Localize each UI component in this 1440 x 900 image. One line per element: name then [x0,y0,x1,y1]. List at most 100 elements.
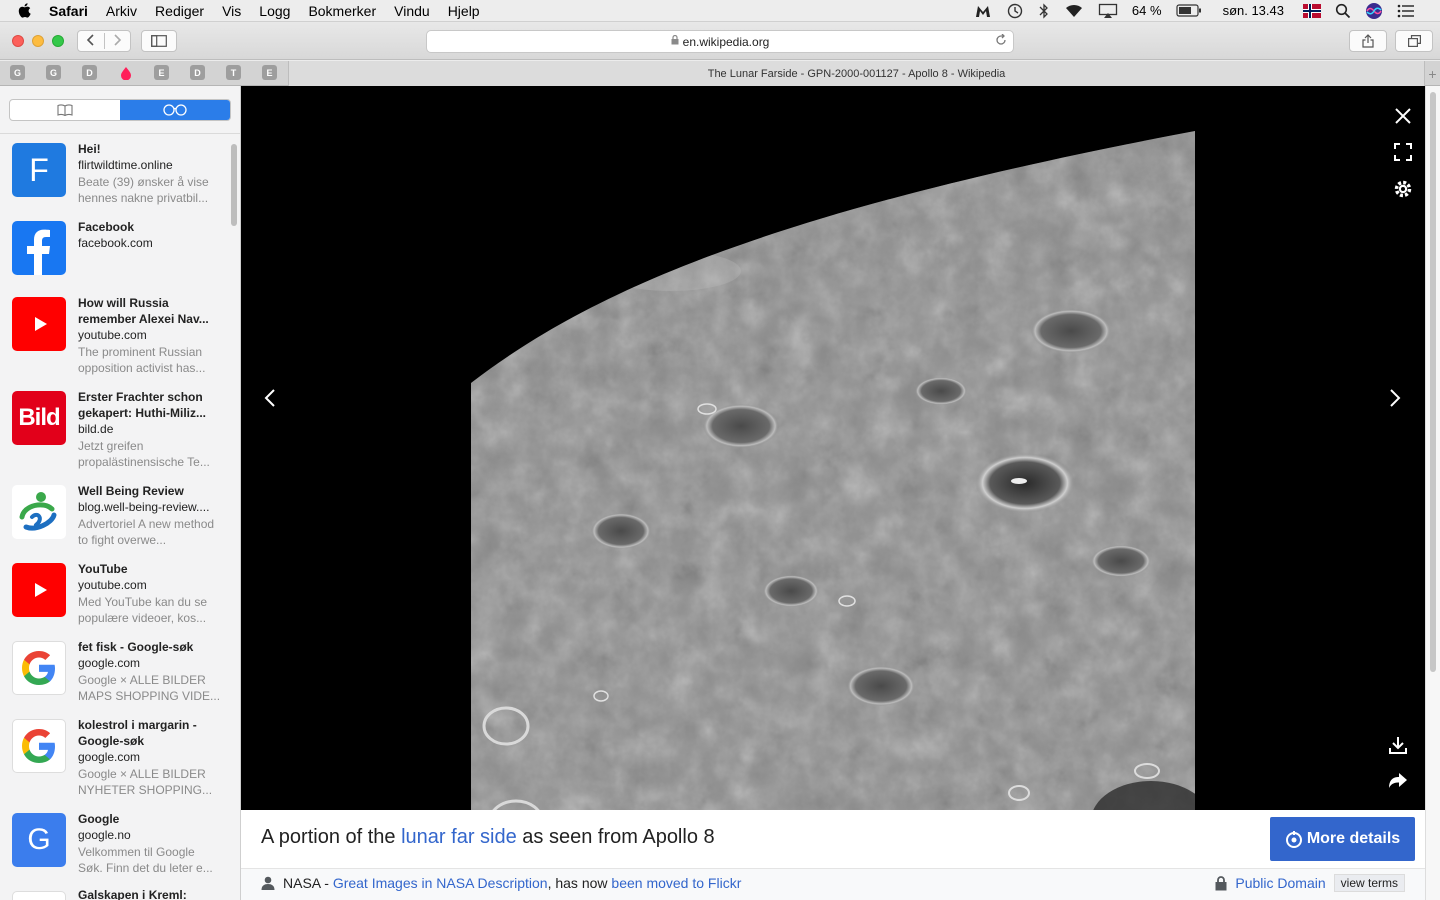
active-tab[interactable]: The Lunar Farside - GPN-2000-001127 - Ap… [288,61,1424,86]
reading-list-item[interactable]: How will Russia remember Alexei Nav... y… [0,290,240,384]
reading-list-item[interactable]: Facebook facebook.com [0,218,240,290]
settings-gear-icon[interactable] [1391,177,1415,201]
reading-list-tab[interactable] [120,100,230,120]
license-info: Public Domain view terms [1215,874,1405,892]
pinned-tab-2[interactable]: G [46,65,61,80]
menu-rediger[interactable]: Rediger [146,3,213,19]
pinned-tab-5[interactable]: E [154,65,169,80]
sidebar-toggle-button[interactable] [141,30,177,52]
reading-list-item[interactable]: F Hei! flirtwildtime.online Beate (39) ø… [0,140,240,218]
reading-list-item[interactable]: Bild Erster Frachter schon gekapert: Hut… [0,384,240,478]
item-title: How will Russia remember Alexei Nav... [78,296,209,326]
item-description: Med YouTube kan du se populære videoer, … [78,595,207,625]
wellbeing-logo-icon [12,485,66,539]
pinned-tab-7[interactable]: T [226,65,241,80]
notification-center-icon[interactable] [1390,4,1422,18]
lunar-far-side-link[interactable]: lunar far side [401,826,517,848]
reading-list-sidebar: F Hei! flirtwildtime.online Beate (39) ø… [0,86,241,900]
apple-icon[interactable] [18,3,40,18]
reload-icon[interactable] [995,33,1007,49]
item-description: The prominent Russian opposition activis… [78,345,206,375]
battery-icon[interactable] [1169,4,1209,17]
image-credit-bar: NASA - Great Images in NASA Description,… [241,868,1425,900]
author-credit: NASA - Great Images in NASA Description,… [261,875,741,891]
item-title: Google [78,812,120,826]
thumbnail-f: F [12,143,66,197]
reading-list-item[interactable]: kolestrol i margarin - Google-søk google… [0,712,240,806]
media-viewer [241,86,1425,810]
caption-prefix: A portion of the [261,826,402,848]
item-title: Well Being Review [78,484,184,498]
clock[interactable]: søn. 13.43 [1209,3,1296,18]
menu-vis[interactable]: Vis [213,3,250,19]
time-machine-icon[interactable] [999,3,1031,19]
airplay-icon[interactable] [1091,3,1125,19]
menu-arkiv[interactable]: Arkiv [97,3,146,19]
pinned-tab-3[interactable]: D [82,65,97,80]
reading-list-item[interactable]: G Google google.no Velkommen til Google … [0,806,240,884]
pinned-tab-1[interactable]: G [10,65,25,80]
minimize-window-button[interactable] [32,35,44,47]
reading-list-item[interactable]: Galskapen i Kreml: [0,884,240,900]
next-image-icon[interactable] [1383,386,1407,410]
spotlight-search-icon[interactable] [1328,3,1358,19]
glasses-icon [163,104,187,116]
sidebar-divider [0,133,240,134]
menu-vindu[interactable]: Vindu [385,3,439,19]
fullscreen-icon[interactable] [1391,140,1415,164]
new-tab-button[interactable]: + [1424,61,1440,86]
malwarebytes-icon[interactable] [967,4,999,18]
forward-button[interactable] [105,33,131,49]
item-description: Velkommen til Google Søk. Finn det du le… [78,845,213,875]
pinned-tab-6[interactable]: D [190,65,205,80]
menu-bokmerker[interactable]: Bokmerker [299,3,385,19]
close-window-button[interactable] [12,35,24,47]
close-icon[interactable] [1391,104,1415,128]
sidebar-scrollbar[interactable] [231,144,237,226]
bluetooth-icon[interactable] [1031,2,1057,19]
image-caption-bar: A portion of the lunar far side as seen … [241,810,1425,868]
previous-image-icon[interactable] [258,386,282,410]
item-title: Hei! [78,142,101,156]
item-domain: facebook.com [78,236,153,250]
reading-list-item[interactable]: Well Being Review blog.well-being-review… [0,478,240,556]
menu-logg[interactable]: Logg [250,3,299,19]
great-images-link[interactable]: Great Images in NASA Description [333,875,548,891]
back-button[interactable] [78,33,105,49]
view-terms-button[interactable]: view terms [1333,874,1405,892]
item-description: Google × ALLE BILDER MAPS SHOPPING VIDE.… [78,673,221,703]
siri-icon[interactable] [1358,2,1390,20]
zoom-window-button[interactable] [52,35,64,47]
item-domain: google.no [78,828,131,842]
download-icon[interactable] [1386,733,1410,757]
reading-list: F Hei! flirtwildtime.online Beate (39) ø… [0,140,240,900]
menu-safari[interactable]: Safari [40,3,97,19]
pinned-tab-4[interactable] [118,65,133,80]
page-scrollbar[interactable] [1430,92,1436,672]
reading-list-item[interactable]: YouTube youtube.com Med YouTube kan du s… [0,556,240,634]
show-tabs-button[interactable] [1395,30,1433,52]
bookmarks-tab[interactable] [10,100,120,120]
facebook-icon [12,221,66,275]
google-icon [12,719,66,773]
item-description: Advertoriel A new method to fight overwe… [78,517,215,547]
menu-hjelp[interactable]: Hjelp [439,3,489,19]
share-button[interactable] [1349,30,1387,52]
share-arrow-icon[interactable] [1386,769,1410,793]
item-domain: youtube.com [78,328,147,342]
item-domain: google.com [78,750,141,764]
pinned-tab-8[interactable]: E [262,65,277,80]
item-title: YouTube [78,562,128,576]
google-g-tile: G [12,813,66,867]
address-bar[interactable]: en.wikipedia.org [426,30,1014,53]
more-details-button[interactable]: More details [1270,817,1415,861]
reading-list-item[interactable]: fet fisk - Google-søk google.com Google … [0,634,240,712]
wifi-icon[interactable] [1057,3,1091,18]
back-forward-group [77,30,131,52]
lunar-far-side-image [471,131,1195,810]
public-domain-link[interactable]: Public Domain [1235,875,1325,891]
moved-to-flickr-link[interactable]: been moved to Flickr [611,875,741,891]
item-description: Google × ALLE BILDER NYHETER SHOPPING... [78,767,213,797]
norwegian-flag-icon[interactable] [1296,3,1328,18]
tabs-overview-icon [1407,35,1421,47]
